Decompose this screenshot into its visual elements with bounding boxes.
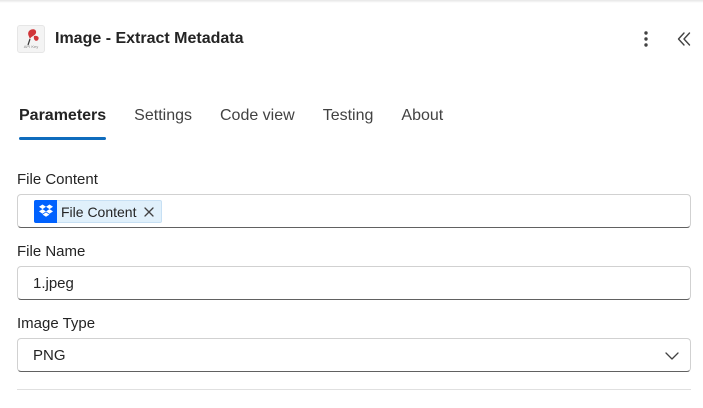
- dropbox-icon: [34, 200, 57, 223]
- collapse-panel-button[interactable]: [673, 27, 695, 51]
- remove-token-button[interactable]: [143, 206, 155, 218]
- tab-settings[interactable]: Settings: [134, 102, 192, 140]
- file-name-input[interactable]: 1.jpeg: [17, 266, 691, 300]
- tab-code-view[interactable]: Code view: [220, 102, 295, 140]
- top-edge-shadow: [0, 0, 703, 3]
- more-vertical-icon: [644, 31, 648, 47]
- file-name-value: 1.jpeg: [33, 275, 74, 292]
- image-type-value: PNG: [33, 347, 66, 364]
- tab-parameters[interactable]: Parameters: [19, 102, 107, 140]
- more-options-button[interactable]: [635, 27, 657, 51]
- file-name-label: File Name: [17, 243, 86, 260]
- tab-about[interactable]: About: [401, 102, 443, 140]
- app-icon-caption: API Key: [23, 44, 39, 49]
- section-divider: [17, 389, 691, 390]
- file-content-token-label: File Content: [61, 203, 137, 220]
- image-type-select[interactable]: PNG: [17, 338, 691, 372]
- tab-testing[interactable]: Testing: [323, 102, 374, 140]
- chevron-down-icon: [664, 349, 680, 363]
- double-chevron-left-icon: [677, 32, 691, 46]
- api-key-logo-icon: API Key: [17, 25, 45, 53]
- tab-bar: Parameters Settings Code view Testing Ab…: [19, 102, 443, 142]
- file-content-label: File Content: [17, 171, 98, 188]
- page-title: Image - Extract Metadata: [55, 30, 244, 47]
- file-content-input[interactable]: File Content: [17, 194, 691, 228]
- panel-header: API Key Image - Extract Metadata: [17, 25, 697, 55]
- image-type-label: Image Type: [17, 315, 96, 332]
- close-icon: [144, 206, 155, 217]
- file-content-token[interactable]: File Content: [34, 200, 163, 223]
